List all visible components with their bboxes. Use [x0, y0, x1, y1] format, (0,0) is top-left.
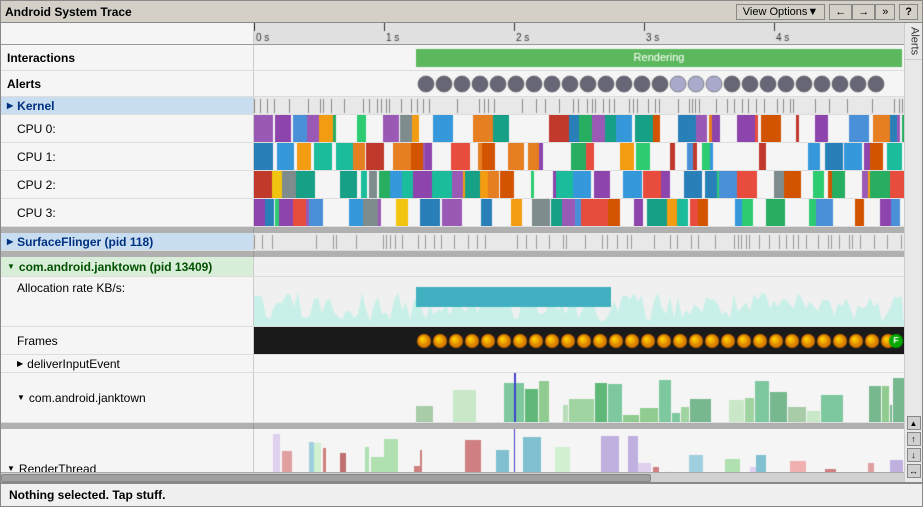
cpu0-row: CPU 0: [1, 115, 904, 143]
deliver-label: ▶ deliverInputEvent [1, 355, 254, 372]
interactions-label: Interactions [1, 45, 254, 70]
cursor-tool-button[interactable]: ▲ [907, 416, 921, 430]
alloc-label: Allocation rate KB/s: [1, 277, 254, 326]
interactions-canvas[interactable] [254, 45, 904, 70]
deliver-row: ▶ deliverInputEvent [1, 355, 904, 373]
cpu1-label: CPU 1: [1, 143, 254, 170]
trace-rows-container[interactable]: Interactions Alerts [1, 45, 904, 472]
cpu3-label: CPU 3: [1, 199, 254, 226]
cpu3-canvas[interactable] [254, 199, 904, 226]
scrollbar-thumb[interactable] [1, 474, 651, 482]
move-down-button[interactable]: ↓ [907, 448, 921, 462]
janktown-app-canvas[interactable] [254, 373, 904, 422]
janktown-app-row: ▼ com.android.janktown [1, 373, 904, 423]
frames-label: Frames [1, 327, 254, 354]
frames-canvas[interactable] [254, 327, 904, 354]
deliver-canvas[interactable] [254, 355, 904, 372]
alerts-canvas[interactable] [254, 71, 904, 96]
alerts-label: Alerts [1, 71, 254, 96]
cpu1-canvas[interactable] [254, 143, 904, 170]
cpu3-row: CPU 3: [1, 199, 904, 227]
title-bar: Android System Trace View Options▼ ← → »… [1, 1, 922, 23]
label-space [1, 23, 254, 45]
alerts-row: Alerts [1, 71, 904, 97]
janktown-header-canvas [254, 257, 904, 276]
title-controls: View Options▼ ← → » ? [736, 4, 918, 20]
surfaceflinger-row: ▶ SurfaceFlinger (pid 118) [1, 233, 904, 251]
cpu2-row: CPU 2: [1, 171, 904, 199]
timeline-header [1, 23, 904, 45]
janktown-app-label: ▼ com.android.janktown [1, 373, 254, 422]
app-window: Android System Trace View Options▼ ← → »… [0, 0, 923, 507]
nav-back-button[interactable]: ← [829, 4, 852, 20]
alloc-row: Allocation rate KB/s: [1, 277, 904, 327]
janktown-header-row: ▼ com.android.janktown (pid 13409) [1, 257, 904, 277]
janktown-triangle: ▼ [7, 262, 15, 271]
alloc-canvas[interactable] [254, 277, 904, 326]
status-bar: Nothing selected. Tap stuff. [1, 482, 922, 506]
renderthread-triangle: ▼ [7, 464, 15, 472]
surfaceflinger-label[interactable]: ▶ SurfaceFlinger (pid 118) [1, 233, 254, 250]
cpu0-canvas[interactable] [254, 115, 904, 142]
cpu2-label: CPU 2: [1, 171, 254, 198]
right-tools: ▲ ↑ ↓ ↔ [905, 412, 923, 482]
right-panel: Alerts ▲ ↑ ↓ ↔ [904, 23, 922, 482]
interactions-row: Interactions [1, 45, 904, 71]
main-content: Interactions Alerts [1, 23, 922, 482]
cpu1-row: CPU 1: [1, 143, 904, 171]
horizontal-scrollbar[interactable] [1, 472, 904, 482]
renderthread-row: ▼ RenderThread [1, 429, 904, 472]
nav-buttons: ← → » [829, 4, 895, 20]
cpu2-canvas[interactable] [254, 171, 904, 198]
status-text: Nothing selected. Tap stuff. [9, 488, 165, 502]
janktown-header-label[interactable]: ▼ com.android.janktown (pid 13409) [1, 257, 254, 276]
kernel-header-label[interactable]: ▶ Kernel [1, 97, 254, 114]
surfaceflinger-triangle: ▶ [7, 237, 13, 246]
janktown-app-triangle: ▼ [17, 393, 25, 402]
surfaceflinger-canvas[interactable] [254, 233, 904, 250]
app-title: Android System Trace [5, 5, 132, 19]
nav-forward-button[interactable]: → [852, 4, 875, 20]
zoom-button[interactable]: ↔ [907, 464, 921, 478]
alerts-vertical-label: Alerts [905, 23, 923, 60]
help-button[interactable]: ? [899, 4, 918, 20]
nav-more-button[interactable]: » [875, 4, 895, 20]
kernel-header-row: ▶ Kernel [1, 97, 904, 115]
deliver-triangle: ▶ [17, 359, 23, 368]
renderthread-label: ▼ RenderThread [1, 429, 254, 472]
move-up-button[interactable]: ↑ [907, 432, 921, 446]
view-options-button[interactable]: View Options▼ [736, 4, 826, 20]
kernel-canvas[interactable] [254, 97, 904, 114]
frames-row: Frames [1, 327, 904, 355]
cpu0-label: CPU 0: [1, 115, 254, 142]
kernel-triangle: ▶ [7, 101, 13, 110]
timeline-ruler [254, 23, 904, 44]
renderthread-canvas[interactable] [254, 429, 904, 472]
